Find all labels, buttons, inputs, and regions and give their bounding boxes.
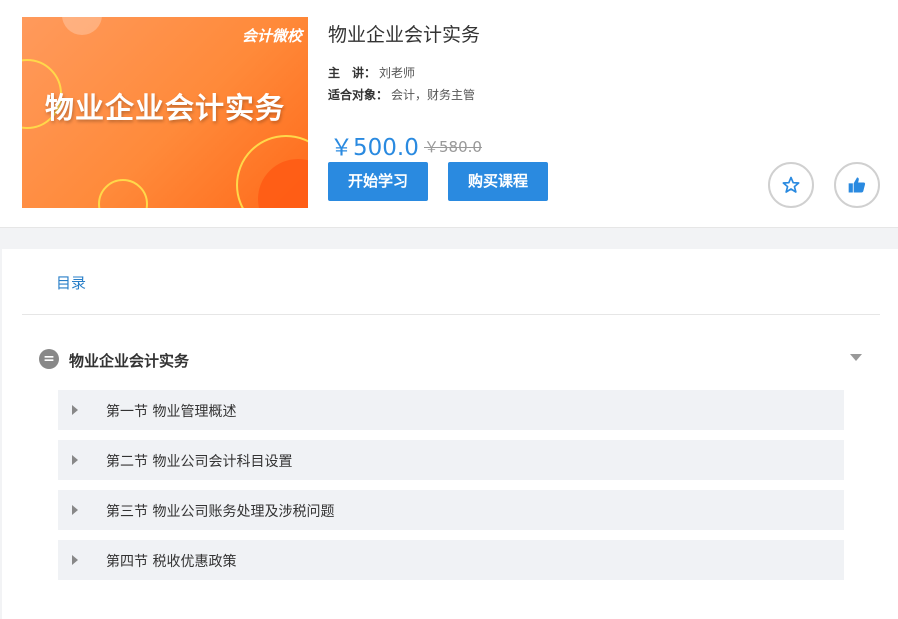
buy-course-button[interactable]: 购买课程 (448, 162, 548, 201)
original-price: ￥580.0 (424, 138, 482, 156)
divider (22, 314, 880, 315)
course-header: 会计微校 物业企业会计实务 物业企业会计实务 主 讲： 刘老师 适合对象： 会计，财… (0, 0, 898, 228)
current-price: ￥500.0 (330, 135, 419, 161)
course-title: 物业企业会计实务 (328, 24, 481, 46)
lecturer-info: 主 讲： 刘老师 (328, 64, 415, 81)
cover-decoration (98, 179, 148, 208)
chapter-collapse-icon[interactable]: = (39, 349, 59, 369)
lecturer-label: 主 讲： (328, 66, 377, 80)
cover-title: 物业企业会计实务 (44, 91, 285, 125)
thumbs-up-icon (848, 177, 866, 193)
chevron-right-icon (72, 505, 78, 515)
section-item[interactable]: 第三节 物业公司账务处理及涉税问题 (58, 490, 844, 530)
audience-info: 适合对象： 会计，财务主管 (328, 86, 475, 103)
favorite-button[interactable] (768, 162, 814, 208)
star-outline-icon (782, 176, 800, 193)
start-learning-button[interactable]: 开始学习 (328, 162, 428, 201)
section-label: 第三节 物业公司账务处理及涉税问题 (106, 504, 335, 520)
section-item[interactable]: 第二节 物业公司会计科目设置 (58, 440, 844, 480)
chapter-title[interactable]: 物业企业会计实务 (69, 350, 189, 371)
chevron-right-icon (72, 555, 78, 565)
section-label: 第一节 物业管理概述 (106, 404, 237, 420)
section-item[interactable]: 第四节 税收优惠政策 (58, 540, 844, 580)
chevron-right-icon (72, 405, 78, 415)
chevron-right-icon (72, 455, 78, 465)
section-label: 第二节 物业公司会计科目设置 (106, 454, 293, 470)
tab-catalog[interactable]: 目录 (56, 272, 86, 293)
lecturer-name: 刘老师 (379, 66, 416, 80)
section-label: 第四节 税收优惠政策 (106, 554, 237, 570)
cover-decoration (62, 17, 102, 35)
cover-logo: 会计微校 (241, 27, 302, 45)
audience-value: 会计，财务主管 (391, 88, 476, 102)
audience-label: 适合对象： (328, 88, 389, 102)
like-button[interactable] (834, 162, 880, 208)
course-cover-image[interactable]: 会计微校 物业企业会计实务 (22, 17, 308, 208)
chevron-down-icon[interactable] (850, 354, 862, 361)
section-item[interactable]: 第一节 物业管理概述 (58, 390, 844, 430)
